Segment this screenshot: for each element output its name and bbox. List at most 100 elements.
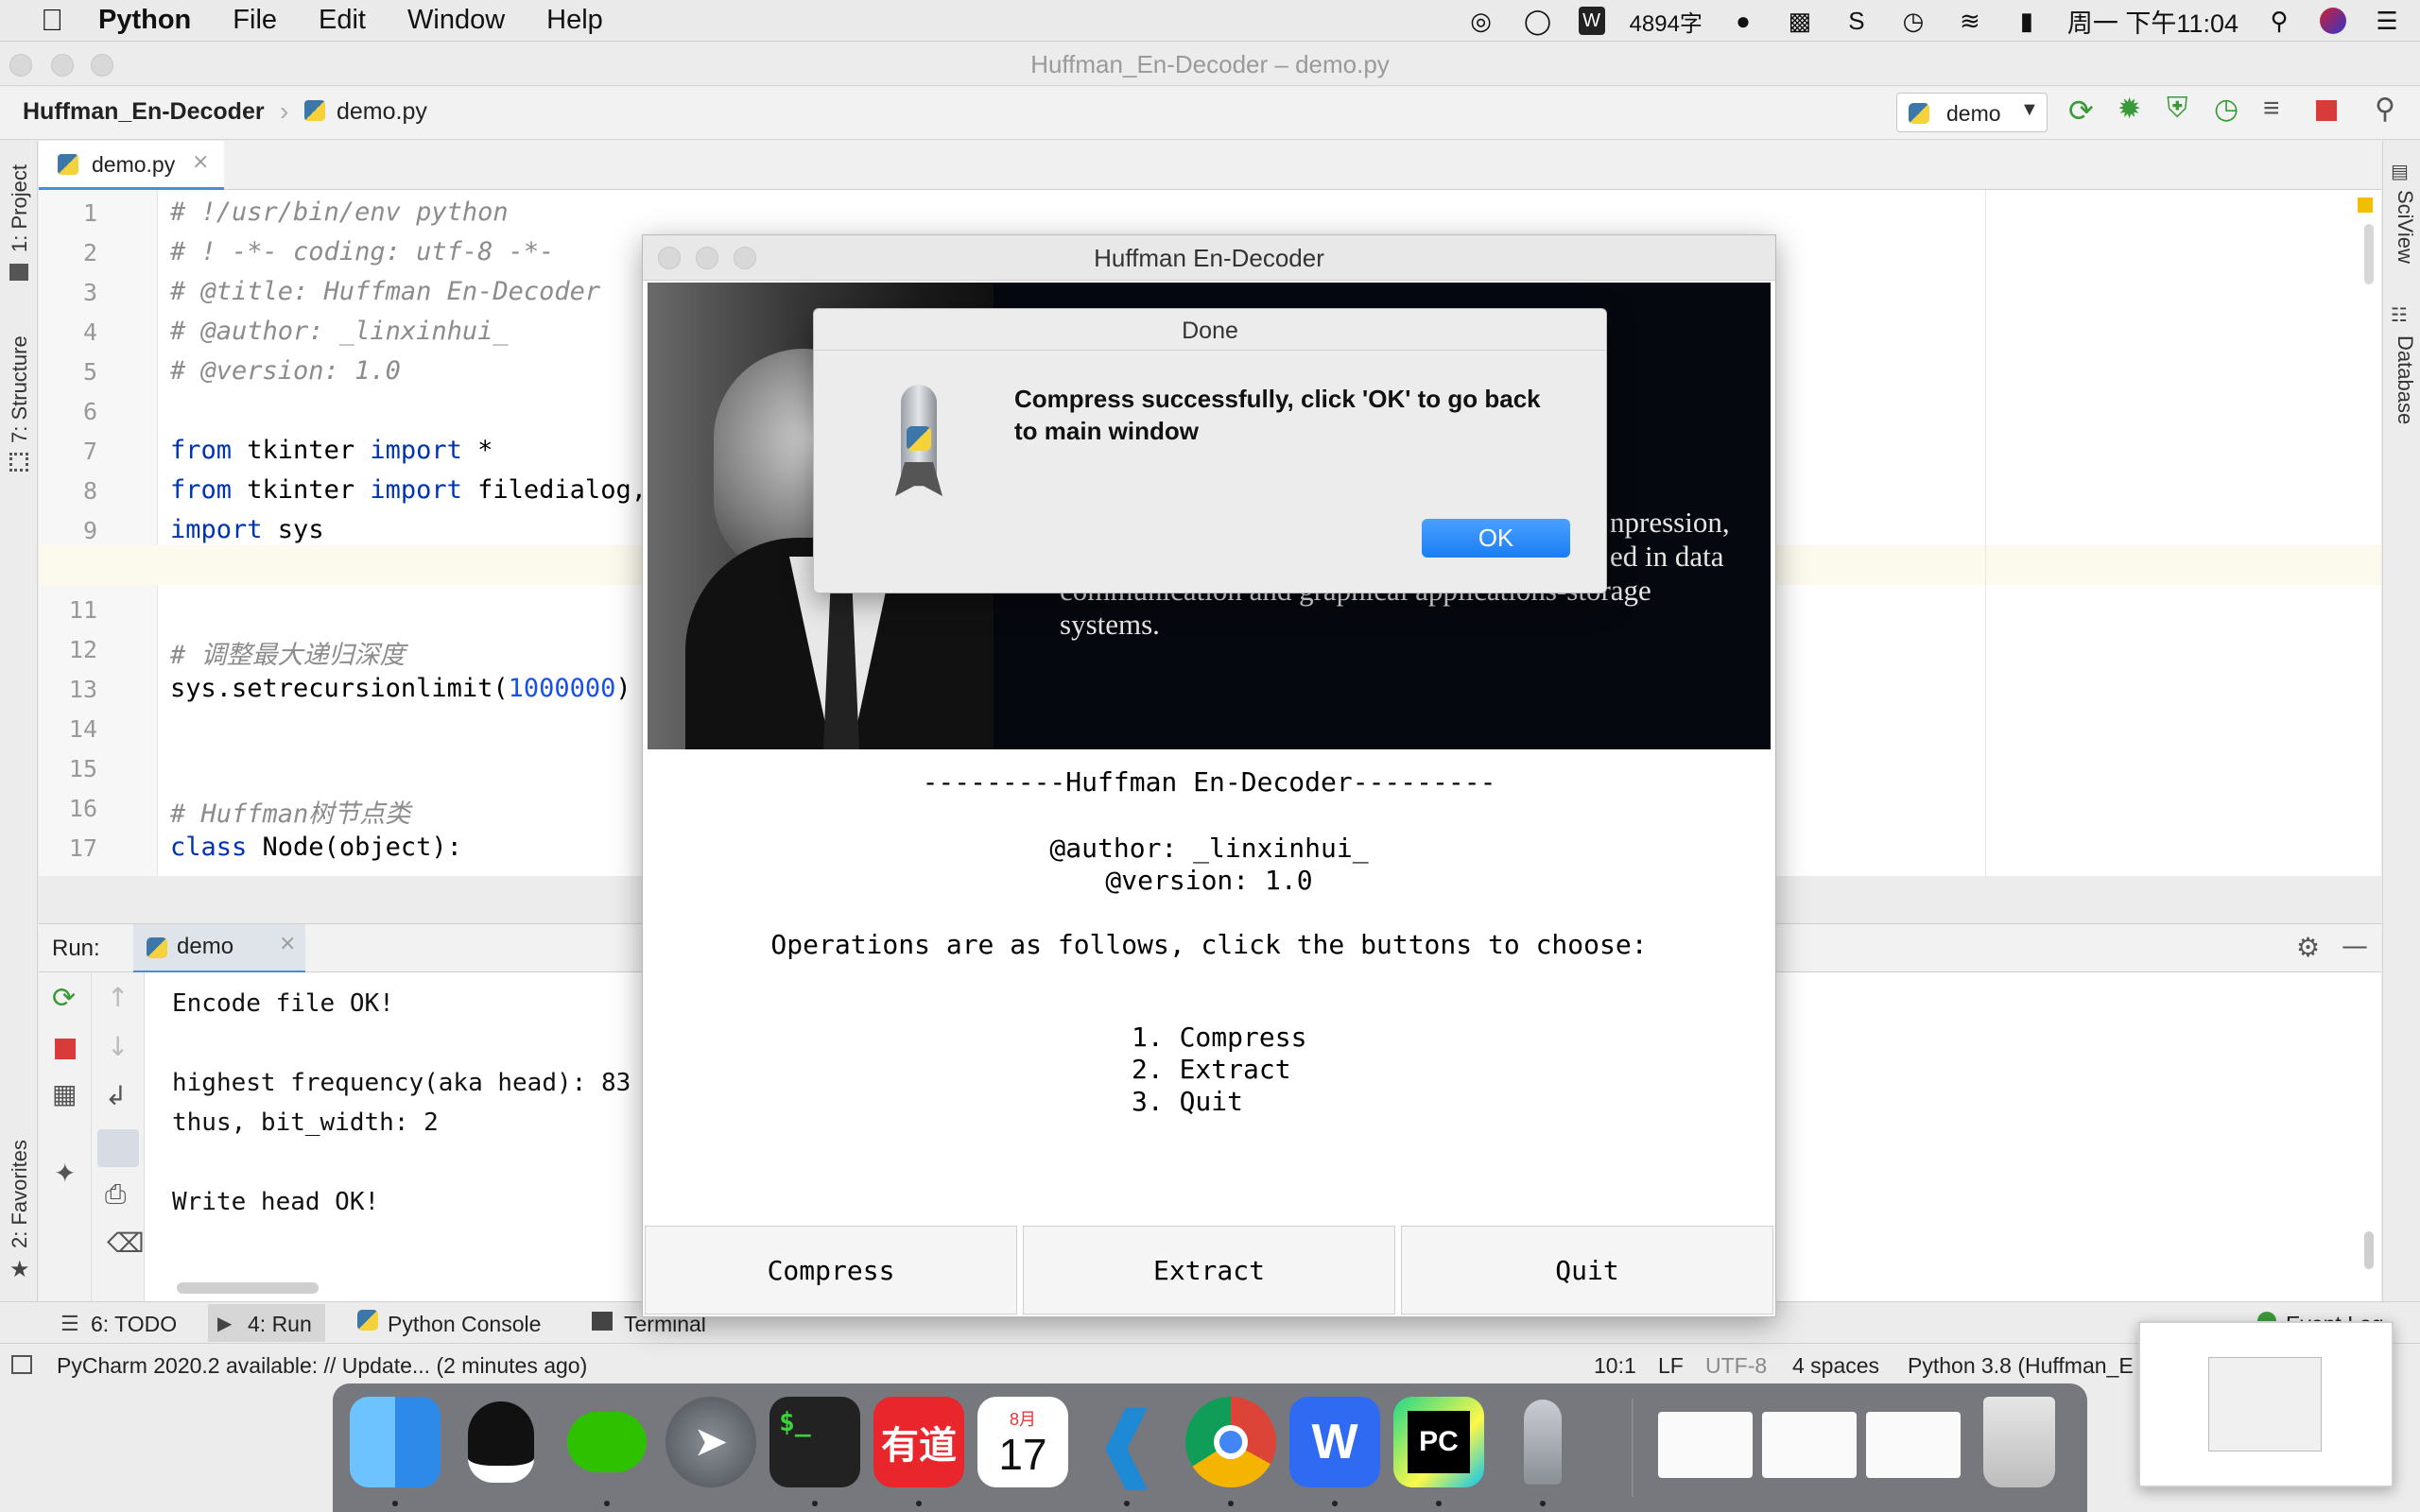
stop-icon[interactable] [2316, 100, 2337, 121]
running-indicator [1124, 1501, 1130, 1506]
compress-button[interactable]: Compress [645, 1226, 1017, 1314]
sciview-tool-tab[interactable]: SciView [2393, 190, 2417, 264]
python-launcher-dock-icon[interactable] [1497, 1397, 1588, 1487]
caret-position[interactable]: 10:1 [1594, 1353, 1636, 1379]
quit-button[interactable]: Quit [1401, 1226, 1773, 1314]
control-center-icon[interactable]: ☰ [2371, 7, 2403, 35]
finder-dock-icon[interactable] [350, 1397, 441, 1487]
vertical-scrollbar[interactable] [2364, 1231, 2374, 1269]
wechat-dock-icon[interactable] [562, 1397, 652, 1487]
code-line: from tkinter import * [170, 436, 493, 465]
print-icon[interactable]: ⎙ [105, 1178, 126, 1211]
run-tool-tab-active[interactable]: ▶ 4: Run [208, 1304, 325, 1342]
time-machine-icon[interactable]: ◷ [1897, 7, 1929, 35]
running-indicator [1540, 1501, 1546, 1506]
run-config-select[interactable]: demo ▼ [1896, 93, 2048, 132]
launchpad-dock-icon[interactable]: ➤ [666, 1397, 756, 1487]
qq-dock-icon[interactable] [456, 1397, 546, 1487]
chat-status-icon[interactable]: ◯ [1522, 7, 1554, 35]
coverage-icon[interactable]: ⛨ [2167, 93, 2188, 125]
search-icon[interactable]: ⚲ [2263, 7, 2295, 35]
gear-icon[interactable]: ⚙ [2296, 932, 2320, 963]
inspection-indicator[interactable] [2358, 198, 2373, 213]
siri-icon[interactable] [2320, 8, 2346, 34]
terminal-dock-icon[interactable]: $_ [769, 1397, 860, 1487]
menu-app-name[interactable]: Python [98, 5, 191, 36]
word-count-label[interactable]: 4894字 [1630, 5, 1703, 38]
battery-icon[interactable]: ▮ [2011, 7, 2043, 35]
debug-icon[interactable]: ✹ [2118, 93, 2141, 126]
arrow-up-icon[interactable]: ↑ [107, 982, 129, 1013]
python-rocket-icon [895, 385, 942, 502]
running-indicator [1332, 1501, 1338, 1506]
ok-button[interactable]: OK [1422, 519, 1570, 558]
s-status-icon[interactable]: S [1841, 7, 1873, 35]
close-tab-icon[interactable]: × [279, 932, 296, 955]
youdao-dock-icon[interactable]: 有道 [873, 1397, 964, 1487]
file-encoding[interactable]: UTF-8 [1705, 1353, 1767, 1379]
calendar-dock-icon[interactable]: 8月 17 [977, 1397, 1068, 1487]
horizontal-scrollbar[interactable] [177, 1282, 319, 1294]
scroll-to-end-icon[interactable] [97, 1129, 139, 1167]
trash-dock-icon[interactable] [1983, 1397, 2055, 1487]
extract-button[interactable]: Extract [1023, 1226, 1395, 1314]
arrow-down-icon[interactable]: ↓ [107, 1031, 129, 1062]
database-tool-tab[interactable]: Database [2393, 335, 2417, 424]
code-line: # !/usr/bin/env python [170, 198, 509, 227]
favorites-tool-tab[interactable]: 2: Favorites [8, 1140, 32, 1248]
clock[interactable]: 周一 下午11:04 [2067, 3, 2238, 40]
interpreter-setting[interactable]: Python 3.8 (Huffman_E [1908, 1353, 2134, 1379]
minimized-window-1[interactable] [1658, 1412, 1753, 1478]
chrome-dock-icon[interactable] [1185, 1397, 1276, 1487]
python-icon [147, 937, 167, 958]
indent-setting[interactable]: 4 spaces [1792, 1353, 1879, 1379]
search-everywhere-icon[interactable]: ⚲ [2375, 93, 2395, 126]
running-indicator [392, 1501, 398, 1506]
project-tool-tab[interactable]: 1: Project [8, 164, 32, 252]
apple-icon[interactable]:  [36, 3, 68, 37]
menu-file[interactable]: File [233, 5, 277, 36]
editor-scrollbar[interactable] [2364, 224, 2374, 284]
minimized-window-2[interactable] [1762, 1412, 1857, 1478]
status-message[interactable]: PyCharm 2020.2 available: // Update... (… [57, 1353, 587, 1379]
todo-tool-tab[interactable]: 6: TODO [91, 1312, 177, 1337]
mic-status-icon[interactable]: ● [1727, 7, 1759, 35]
layout-icon[interactable]: ▦ [52, 1078, 77, 1109]
input-method-icon[interactable]: ▩ [1784, 7, 1816, 35]
rerun-icon[interactable]: ⟳ [2068, 93, 2094, 129]
trash-icon[interactable]: ⌫ [107, 1228, 145, 1259]
stop-icon[interactable] [55, 1039, 76, 1059]
line-number: 5 [82, 358, 97, 386]
concurrency-icon[interactable]: ≡ [2263, 93, 2280, 125]
editor-tab-demo[interactable]: demo.py × [39, 141, 224, 190]
menu-extras: ◎ ◯ W 4894字 ● ▩ S ◷ ≋ ▮ 周一 下午11:04 ⚲ ☰ [1465, 0, 2420, 42]
menu-window[interactable]: Window [407, 5, 505, 36]
close-tab-icon[interactable]: × [192, 150, 209, 174]
breadcrumb-project[interactable]: Huffman_En-Decoder [23, 98, 265, 126]
line-separator[interactable]: LF [1658, 1353, 1684, 1379]
soft-wrap-icon[interactable]: ↲ [105, 1080, 127, 1111]
wechat-status-icon[interactable]: ◎ [1465, 7, 1497, 35]
python-console-tool-tab[interactable]: Python Console [388, 1312, 541, 1337]
rerun-icon[interactable]: ⟳ [52, 982, 76, 1015]
line-number: 7 [82, 438, 97, 465]
wps-dock-icon[interactable]: W [1289, 1397, 1380, 1487]
screenshot-thumbnail[interactable] [2138, 1321, 2394, 1487]
status-panel-icon[interactable] [11, 1355, 32, 1374]
pycharm-dock-icon[interactable]: PC [1393, 1397, 1484, 1487]
alert-message: Compress successfully, click 'OK' to go … [1014, 385, 1541, 445]
minimized-window-3[interactable] [1866, 1412, 1961, 1478]
penguin-icon [468, 1401, 534, 1483]
wps-status-icon[interactable]: W [1578, 7, 1605, 35]
pin-icon[interactable]: ✦ [54, 1158, 76, 1189]
breadcrumb-file[interactable]: demo.py [337, 98, 427, 126]
structure-tool-tab[interactable]: 7: Structure [8, 335, 32, 443]
menu-edit[interactable]: Edit [319, 5, 366, 36]
minimize-panel-icon[interactable]: — [2342, 930, 2368, 961]
vscode-dock-icon[interactable]: ❰ [1081, 1397, 1172, 1487]
running-indicator [916, 1501, 922, 1506]
menu-help[interactable]: Help [546, 5, 603, 36]
run-tab-demo[interactable]: demo × [133, 924, 305, 973]
profile-icon[interactable]: ◷ [2214, 93, 2238, 126]
wifi-icon[interactable]: ≋ [1954, 7, 1986, 35]
